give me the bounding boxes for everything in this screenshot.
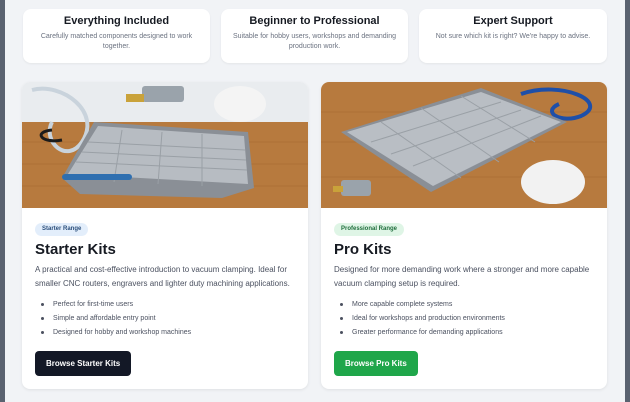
feature-description: Suitable for hobby users, workshops and … [232,33,397,50]
feature-card-everything-included: Everything Included Carefully matched co… [23,9,210,63]
feature-title: Expert Support [473,15,553,27]
feature-strip: Everything Included Carefully matched co… [23,9,607,63]
feature-title: Beginner to Professional [249,15,380,27]
window-frame-left [0,0,5,402]
pro-kits-card: Professional Range Pro Kits Designed for… [321,82,607,389]
feature-description: Not sure which kit is right? We're happy… [435,33,591,40]
feature-card-expert-support: Expert Support Not sure which kit is rig… [419,9,607,63]
pro-kits-description: Designed for more demanding work where a… [334,265,590,288]
window-frame-right [625,0,630,402]
browse-starter-kits-button[interactable]: Browse Starter Kits [35,351,132,376]
pro-kits-features-list: More capable complete systems Ideal for … [334,298,505,340]
professional-range-badge: Professional Range [334,223,405,236]
starter-kits-description: A practical and cost-effective introduct… [35,265,290,288]
pro-kit-product-image [321,82,607,208]
list-item: More capable complete systems [334,298,505,312]
browse-pro-kits-button[interactable]: Browse Pro Kits [334,351,418,376]
list-item: Greater performance for demanding applic… [334,326,505,340]
list-item: Designed for hobby and workshop machines [35,326,191,340]
list-item: Perfect for first-time users [35,298,191,312]
pro-kits-title: Pro Kits [334,241,392,258]
starter-range-badge: Starter Range [35,223,89,236]
feature-card-beginner-to-professional: Beginner to Professional Suitable for ho… [221,9,408,63]
list-item: Ideal for workshops and production envir… [334,312,505,326]
starter-kits-features-list: Perfect for first-time users Simple and … [35,298,191,340]
feature-title: Everything Included [63,15,170,27]
starter-kit-product-image [22,82,308,208]
starter-kits-title: Starter Kits [35,241,116,258]
starter-kits-card: Starter Range Starter Kits A practical a… [22,82,308,389]
feature-description: Carefully matched components designed to… [40,33,193,50]
list-item: Simple and affordable entry point [35,312,191,326]
